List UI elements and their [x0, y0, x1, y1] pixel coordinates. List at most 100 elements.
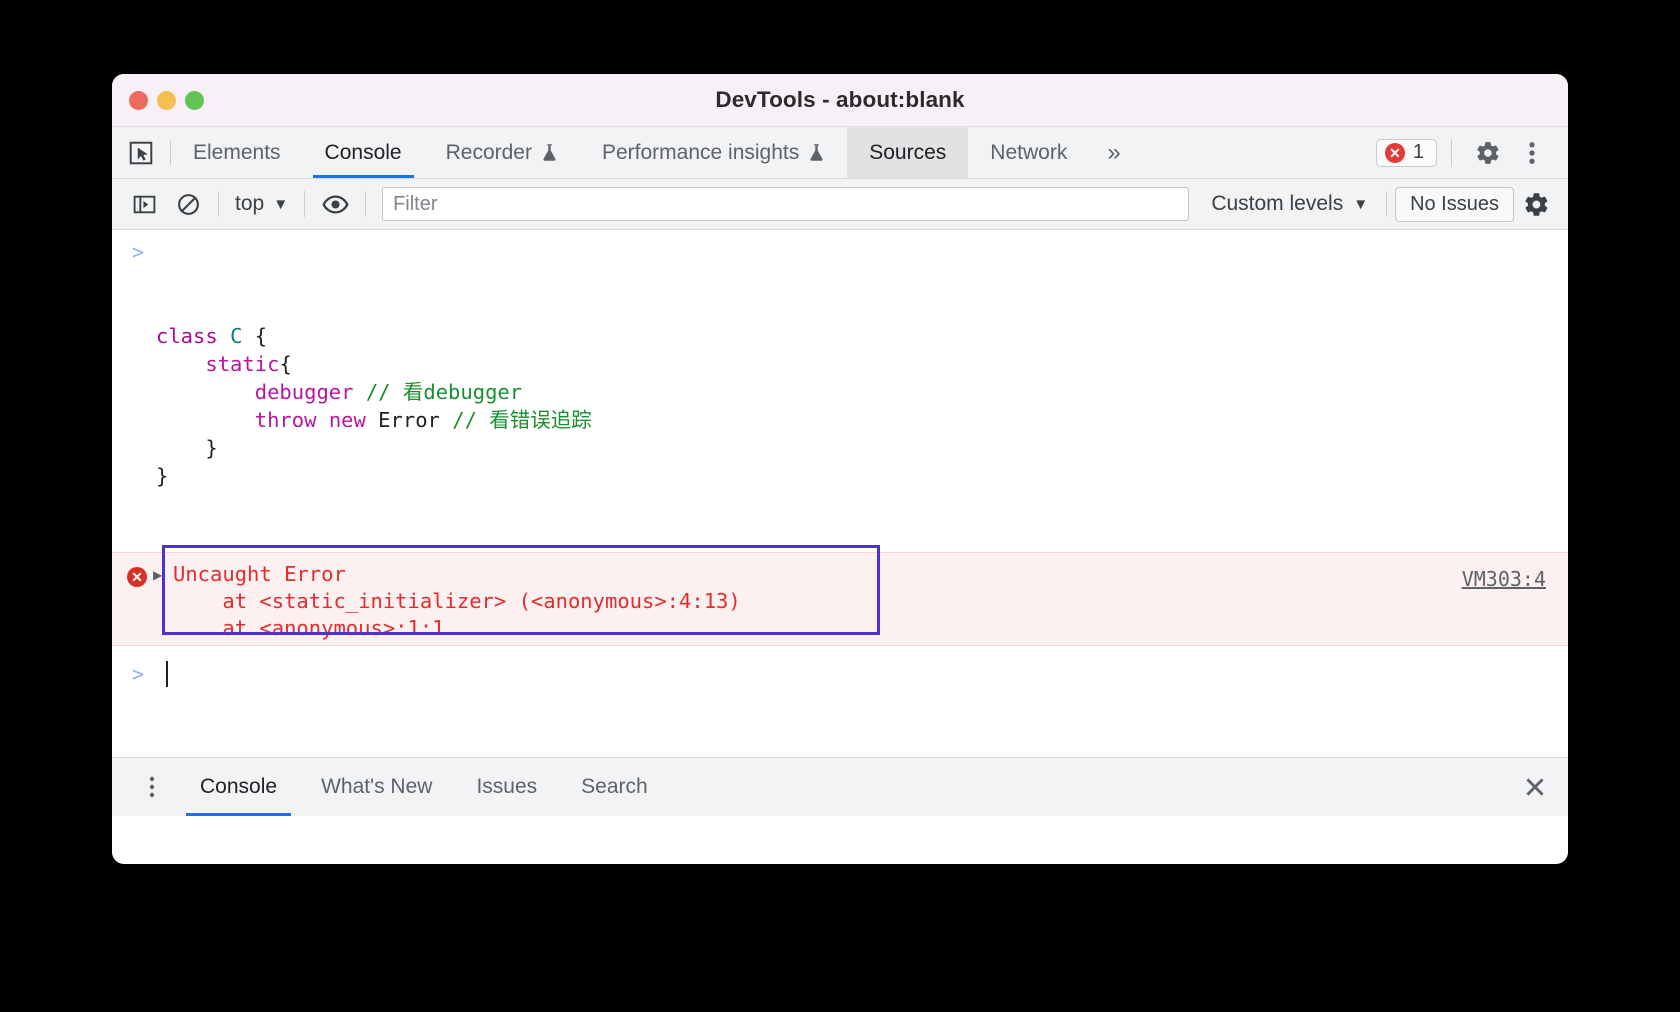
expand-arrow-icon[interactable]: ▶ [153, 568, 169, 582]
inspect-cursor-icon [128, 140, 154, 166]
code-token: debugger [254, 380, 354, 404]
tab-performance-insights[interactable]: Performance insights [580, 127, 847, 178]
execution-context-selector[interactable]: top ▼ [227, 192, 296, 216]
drawer-tab-label: What's New [321, 775, 433, 798]
error-stack-line: at <static_initializer> (<anonymous>:4:1… [173, 589, 741, 613]
code-line: static{ [112, 350, 1568, 378]
close-window-button[interactable] [129, 90, 148, 110]
issues-button[interactable]: No Issues [1395, 186, 1514, 222]
code-line: } [112, 462, 1568, 490]
flask-icon [541, 143, 558, 162]
error-count-badge[interactable]: ✕ 1 [1375, 138, 1437, 167]
devtools-settings-button[interactable] [1466, 131, 1510, 175]
drawer-tab-label: Console [200, 775, 278, 798]
close-icon [1522, 774, 1548, 800]
gear-icon [1475, 140, 1501, 166]
drawer-menu-button[interactable] [126, 776, 178, 798]
toolbar-divider [365, 191, 367, 217]
traffic-lights [129, 90, 204, 110]
devtools-main-menu-button[interactable] [1510, 131, 1554, 175]
prompt-chevron-icon: > [132, 662, 145, 686]
screen: DevTools - about:blank Elements Console [0, 0, 1680, 1012]
code-token: new [328, 408, 366, 432]
toolbar-divider [304, 191, 306, 217]
drawer-tabs: Console What's New Issues Search [178, 758, 670, 816]
kebab-menu-icon [1521, 140, 1543, 166]
error-source-link[interactable]: VM303:4 [1462, 567, 1546, 591]
console-error-entry[interactable]: ✕ ▶ Uncaught Error at <static_initialize… [112, 545, 1568, 646]
console-sidebar-icon [132, 192, 157, 217]
toolbar-divider [218, 191, 219, 217]
tab-label: Recorder [445, 140, 532, 164]
tab-label: Network [990, 140, 1068, 164]
filter-input[interactable]: Filter [382, 187, 1190, 221]
error-circle-icon: ✕ [127, 567, 147, 587]
drawer-tab-whats-new[interactable]: What's New [299, 758, 454, 816]
drawer-tab-label: Issues [476, 775, 538, 798]
tab-label: Sources [869, 140, 947, 164]
chevron-down-icon: ▼ [273, 195, 289, 213]
drawer-tab-issues[interactable]: Issues [454, 758, 559, 816]
execution-context-label: top [235, 192, 265, 215]
console-prompt-row[interactable]: > [112, 654, 1568, 694]
flask-icon [808, 143, 825, 162]
panel-tab-bar: Elements Console Recorder Performance in… [112, 127, 1568, 179]
console-sidebar-toggle-button[interactable] [122, 182, 166, 226]
code-line: class C { [112, 322, 1568, 350]
code-lines: class C { static{ debugger // 看debugger … [112, 322, 1568, 490]
drawer-tab-search[interactable]: Search [559, 758, 670, 816]
code-line: } [112, 434, 1568, 462]
window-title: DevTools - about:blank [715, 87, 965, 112]
error-circle-icon: ✕ [1384, 142, 1405, 163]
tab-label: Elements [193, 140, 281, 164]
log-levels-selector[interactable]: Custom levels ▼ [1201, 192, 1378, 216]
gear-icon [1523, 191, 1550, 218]
code-token: { [242, 324, 268, 348]
error-message-text: Uncaught Error at <static_initializer> (… [169, 561, 741, 642]
live-expression-button[interactable] [313, 182, 357, 226]
code-token: class [156, 324, 218, 348]
filter-placeholder: Filter [393, 192, 438, 215]
log-levels-label: Custom levels [1211, 192, 1344, 215]
drawer-tab-label: Search [581, 775, 648, 798]
tab-label: Console [324, 140, 402, 164]
code-token: } [205, 436, 218, 460]
console-output-area[interactable]: > class C { static{ debugger // 看debugge… [112, 230, 1568, 757]
kebab-menu-icon [149, 776, 155, 798]
chevron-down-icon: ▼ [1353, 195, 1369, 213]
tabbar-right-divider [1451, 138, 1452, 167]
drawer-close-button[interactable] [1522, 774, 1548, 800]
code-token: // 看debugger [365, 380, 523, 404]
text-caret [166, 661, 169, 687]
clear-console-button[interactable] [166, 182, 210, 226]
maximize-window-button[interactable] [185, 90, 204, 110]
console-settings-button[interactable] [1514, 182, 1558, 226]
tab-elements[interactable]: Elements [171, 127, 303, 178]
tab-console[interactable]: Console [303, 127, 424, 178]
live-expression-eye-icon [322, 191, 349, 218]
prompt-chevron-icon: > [132, 240, 145, 264]
console-toolbar: top ▼ Filter Custom levels ▼ No Issues [112, 179, 1568, 230]
minimize-window-button[interactable] [157, 90, 176, 110]
tab-sources[interactable]: Sources [847, 127, 969, 178]
inspect-element-button[interactable] [112, 127, 170, 178]
tab-recorder[interactable]: Recorder [424, 127, 580, 178]
panel-tabs: Elements Console Recorder Performance in… [171, 127, 1089, 178]
code-token: // 看错误追踪 [452, 408, 592, 432]
devtools-window: DevTools - about:blank Elements Console [112, 74, 1568, 864]
code-token: C [230, 324, 243, 348]
more-tabs-button[interactable]: » [1089, 127, 1138, 178]
drawer-tab-bar: Console What's New Issues Search [112, 757, 1568, 816]
title-bar: DevTools - about:blank [112, 74, 1568, 127]
code-line: debugger // 看debugger [112, 378, 1568, 406]
drawer-tab-console[interactable]: Console [178, 758, 299, 816]
error-title: Uncaught Error [173, 562, 346, 586]
error-count-label: 1 [1412, 141, 1424, 163]
code-token: static [205, 352, 280, 376]
console-input-echo: > class C { static{ debugger // 看debugge… [112, 230, 1568, 546]
code-token: { [279, 352, 292, 376]
clear-console-icon [176, 192, 201, 217]
tab-network[interactable]: Network [968, 127, 1089, 178]
